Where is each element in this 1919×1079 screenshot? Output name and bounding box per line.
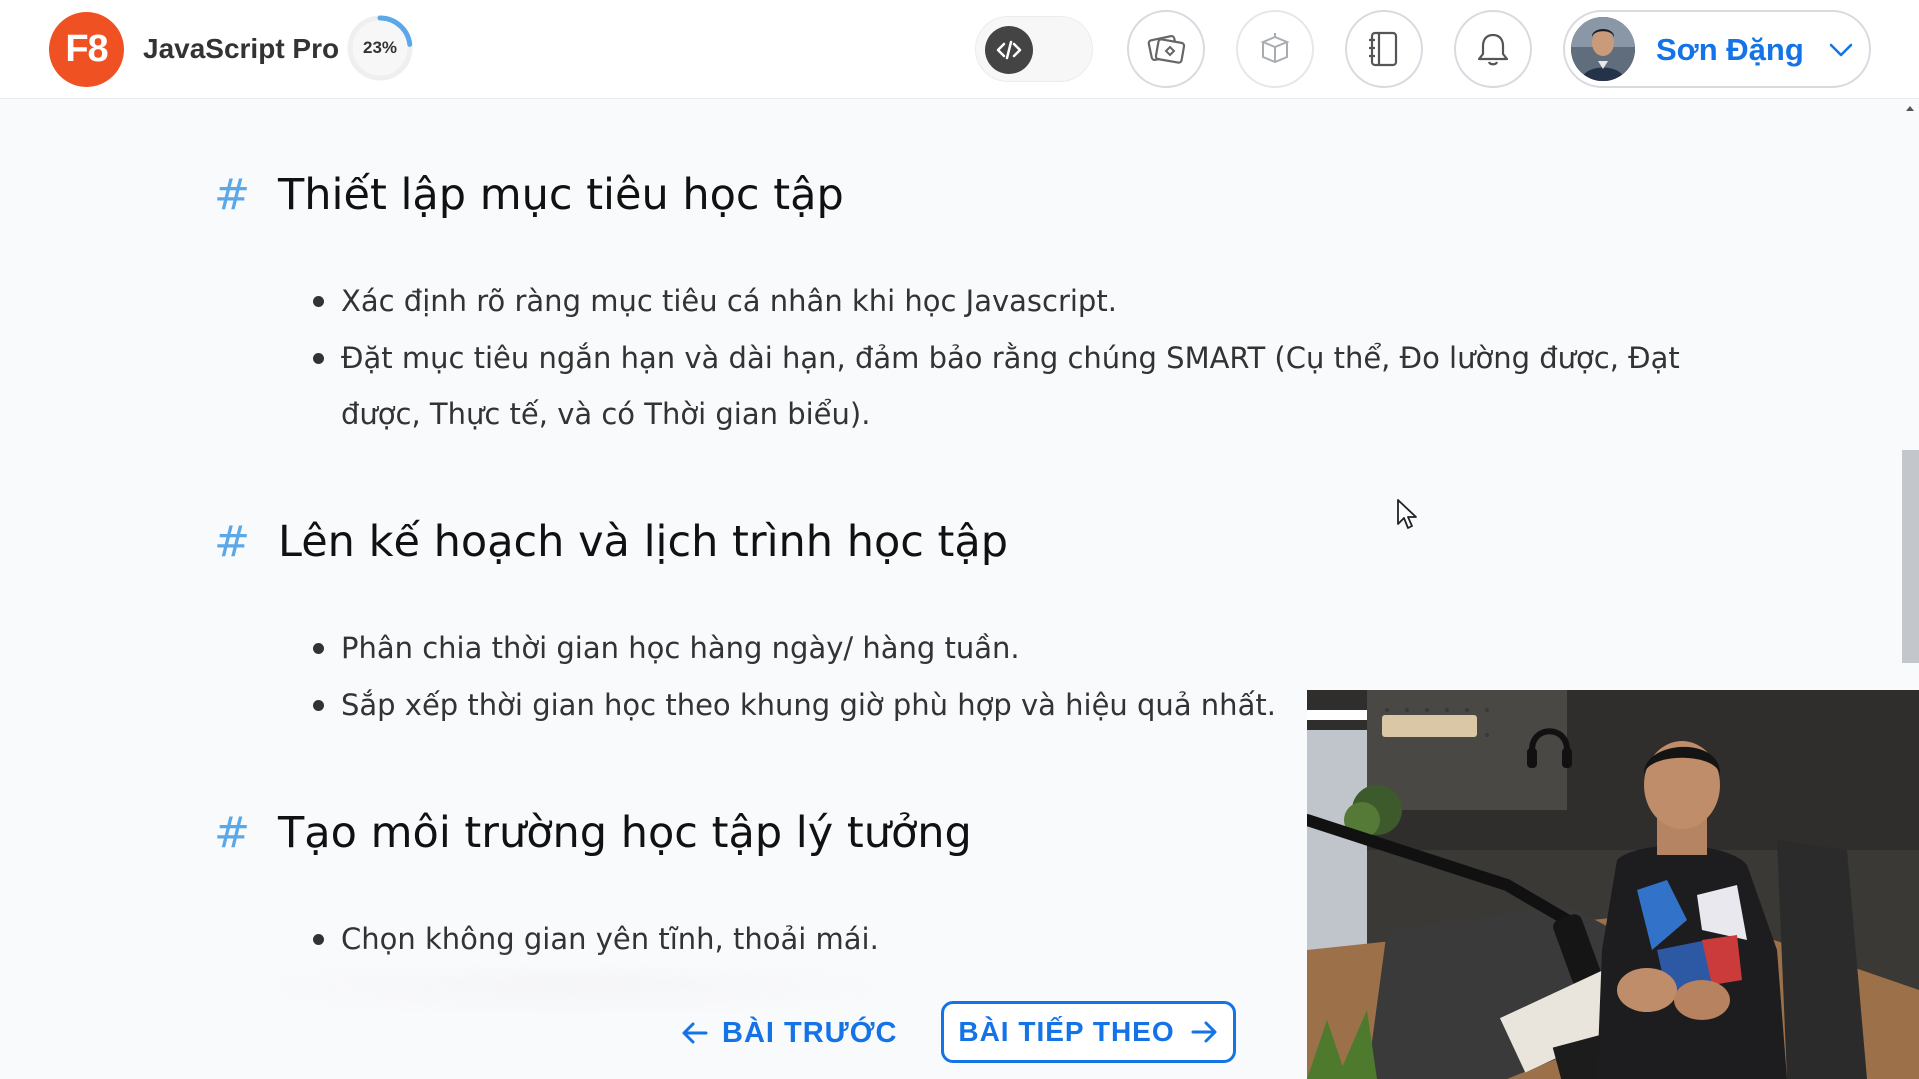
notes-button[interactable]	[1345, 10, 1423, 88]
section-title: Lên kế hoạch và lịch trình học tập	[278, 517, 1009, 567]
flashcard-button[interactable]	[1127, 10, 1205, 88]
list-item-continuation: được, Thực tế, và có Thời gian biểu).	[341, 397, 871, 431]
notebook-icon	[1369, 31, 1398, 67]
code-toggle-icon	[985, 26, 1033, 74]
top-header: F8 JavaScript Pro 23% Sơn Đặng	[0, 0, 1919, 99]
heading-anchor[interactable]: #	[214, 517, 250, 567]
webcam-video	[1307, 690, 1919, 1079]
chevron-down-icon	[1829, 43, 1853, 57]
list-item: Đặt mục tiêu ngắn hạn và dài hạn, đảm bả…	[341, 341, 1680, 375]
next-lesson-button[interactable]: BÀI TIẾP THEO	[941, 1001, 1236, 1063]
flashcard-icon	[1147, 34, 1186, 64]
arrow-left-icon	[682, 1022, 708, 1044]
user-menu[interactable]: Sơn Đặng	[1563, 10, 1871, 88]
list-item: Phân chia thời gian học hàng ngày/ hàng …	[341, 631, 1020, 665]
list-item: Xác định rõ ràng mục tiêu cá nhân khi họ…	[341, 284, 1117, 318]
section-title: Thiết lập mục tiêu học tập	[278, 170, 844, 220]
previous-lesson-label: BÀI TRƯỚC	[722, 1016, 898, 1049]
code-toggle[interactable]	[975, 16, 1093, 82]
progress-ring: 23%	[345, 13, 415, 83]
course-title: JavaScript Pro	[143, 33, 340, 64]
scrollbar-thumb[interactable]	[1902, 450, 1919, 663]
section-heading-schedule: # Lên kế hoạch và lịch trình học tập	[214, 517, 1008, 567]
list-item: Sắp xếp thời gian học theo khung giờ phù…	[341, 688, 1276, 722]
gift-box-icon	[1260, 33, 1290, 64]
scroll-up-arrow-icon[interactable]	[1904, 102, 1916, 114]
mouse-cursor-icon	[1397, 499, 1417, 529]
f8-logo[interactable]: F8	[49, 12, 124, 87]
instructor-webcam	[1307, 690, 1919, 1079]
heading-anchor[interactable]: #	[214, 170, 250, 220]
arrow-right-icon	[1191, 1021, 1217, 1043]
bell-icon	[1477, 33, 1509, 66]
notifications-button[interactable]	[1454, 10, 1532, 88]
user-name: Sơn Đặng	[1656, 32, 1804, 67]
section-heading-environment: # Tạo môi trường học tập lý tưởng	[214, 808, 972, 858]
section-heading-goals: # Thiết lập mục tiêu học tập	[214, 170, 844, 220]
progress-percent: 23%	[362, 38, 398, 57]
heading-anchor[interactable]: #	[214, 808, 250, 858]
next-lesson-label: BÀI TIẾP THEO	[958, 1016, 1175, 1047]
section-title: Tạo môi trường học tập lý tưởng	[278, 808, 972, 858]
gift-button[interactable]	[1236, 10, 1314, 88]
avatar	[1571, 17, 1635, 81]
previous-lesson-button[interactable]: BÀI TRƯỚC	[680, 1012, 900, 1054]
